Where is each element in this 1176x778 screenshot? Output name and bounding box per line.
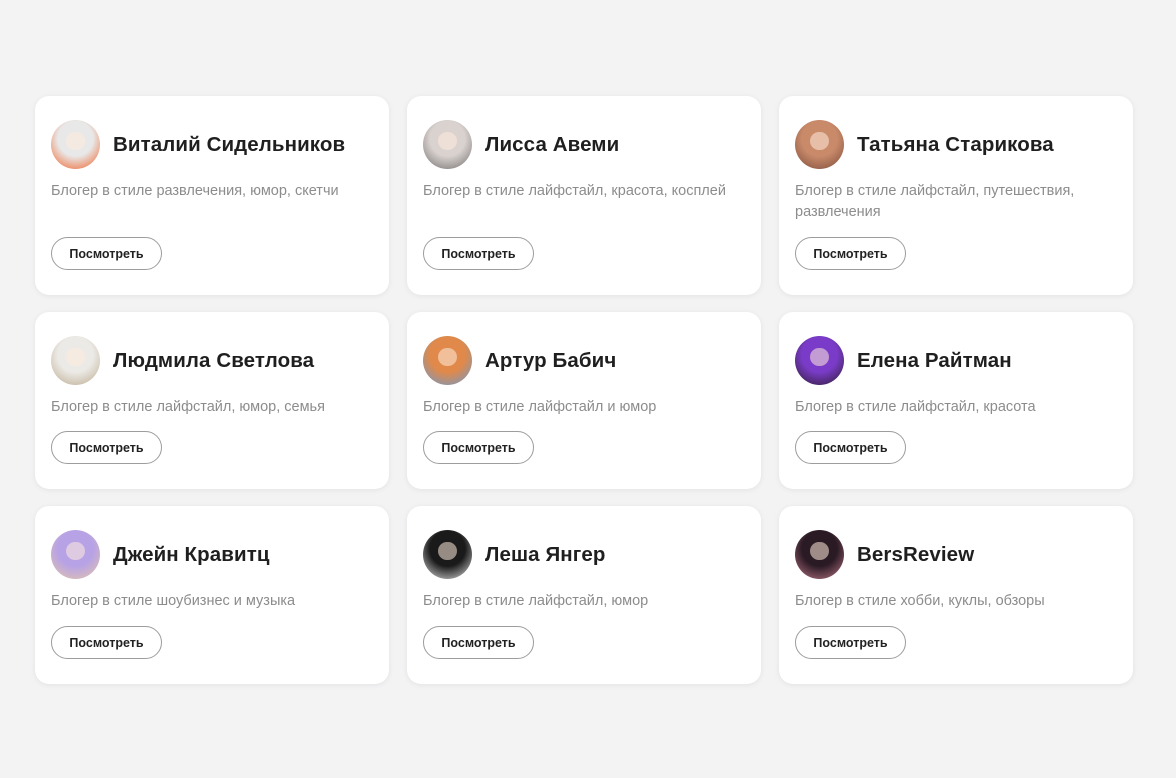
blogger-description: Блогер в стиле развлечения, юмор, скетчи <box>51 183 339 199</box>
avatar <box>795 336 844 385</box>
view-button[interactable]: Посмотреть <box>423 431 534 464</box>
view-button[interactable]: Посмотреть <box>51 431 162 464</box>
avatar <box>51 530 100 579</box>
blogger-name: Виталий Сидельников <box>113 132 346 156</box>
avatar <box>423 120 472 169</box>
blogger-description: Блогер в стиле лайфстайл, юмор, семья <box>51 399 325 415</box>
blogger-name: Джейн Кравитц <box>113 542 270 566</box>
blogger-description: Блогер в стиле лайфстайл, юмор <box>423 593 649 609</box>
blogger-description: Блогер в стиле лайфстайл и юмор <box>423 399 657 415</box>
view-button[interactable]: Посмотреть <box>423 237 534 270</box>
blogger-name: Лисса Авеми <box>485 132 620 156</box>
blogger-card: Татьяна Старикова Блогер в стиле лайфста… <box>779 96 1133 295</box>
avatar <box>51 336 100 385</box>
view-button[interactable]: Посмотреть <box>423 626 534 659</box>
view-button[interactable]: Посмотреть <box>795 237 906 270</box>
blogger-card: BersReview Блогер в стиле хобби, куклы, … <box>779 506 1133 684</box>
blogger-description: Блогер в стиле лайфстайл, путешествия, р… <box>795 183 1075 220</box>
blogger-card: Людмила Светлова Блогер в стиле лайфстай… <box>35 312 389 489</box>
avatar <box>795 530 844 579</box>
blogger-name: Людмила Светлова <box>113 348 315 372</box>
blogger-name: BersReview <box>857 542 975 566</box>
blogger-name: Татьяна Старикова <box>857 132 1054 156</box>
avatar <box>423 530 472 579</box>
blogger-description: Блогер в стиле лайфстайл, красота <box>795 399 1036 415</box>
view-button[interactable]: Посмотреть <box>795 431 906 464</box>
blogger-card: Артур Бабич Блогер в стиле лайфстайл и ю… <box>407 312 761 489</box>
avatar <box>51 120 100 169</box>
blogger-card: Леша Янгер Блогер в стиле лайфстайл, юмо… <box>407 506 761 684</box>
blogger-description: Блогер в стиле хобби, куклы, обзоры <box>795 593 1045 609</box>
blogger-name: Елена Райтман <box>857 348 1012 372</box>
blogger-card: Джейн Кравитц Блогер в стиле шоубизнес и… <box>35 506 389 684</box>
blogger-card: Елена Райтман Блогер в стиле лайфстайл, … <box>779 312 1133 489</box>
view-button[interactable]: Посмотреть <box>51 626 162 659</box>
blogger-name: Артур Бабич <box>485 348 617 372</box>
avatar <box>795 120 844 169</box>
view-button[interactable]: Посмотреть <box>795 626 906 659</box>
page: { "cards": [ {"name": "Виталий Сидельник… <box>0 0 1176 778</box>
blogger-description: Блогер в стиле лайфстайл, красота, коспл… <box>423 183 726 199</box>
view-button[interactable]: Посмотреть <box>51 237 162 270</box>
blogger-card: Виталий Сидельников Блогер в стиле развл… <box>35 96 389 295</box>
blogger-name: Леша Янгер <box>485 542 606 566</box>
blogger-description: Блогер в стиле шоубизнес и музыка <box>51 593 296 609</box>
avatar <box>423 336 472 385</box>
blogger-card: Лисса Авеми Блогер в стиле лайфстайл, кр… <box>407 96 761 295</box>
